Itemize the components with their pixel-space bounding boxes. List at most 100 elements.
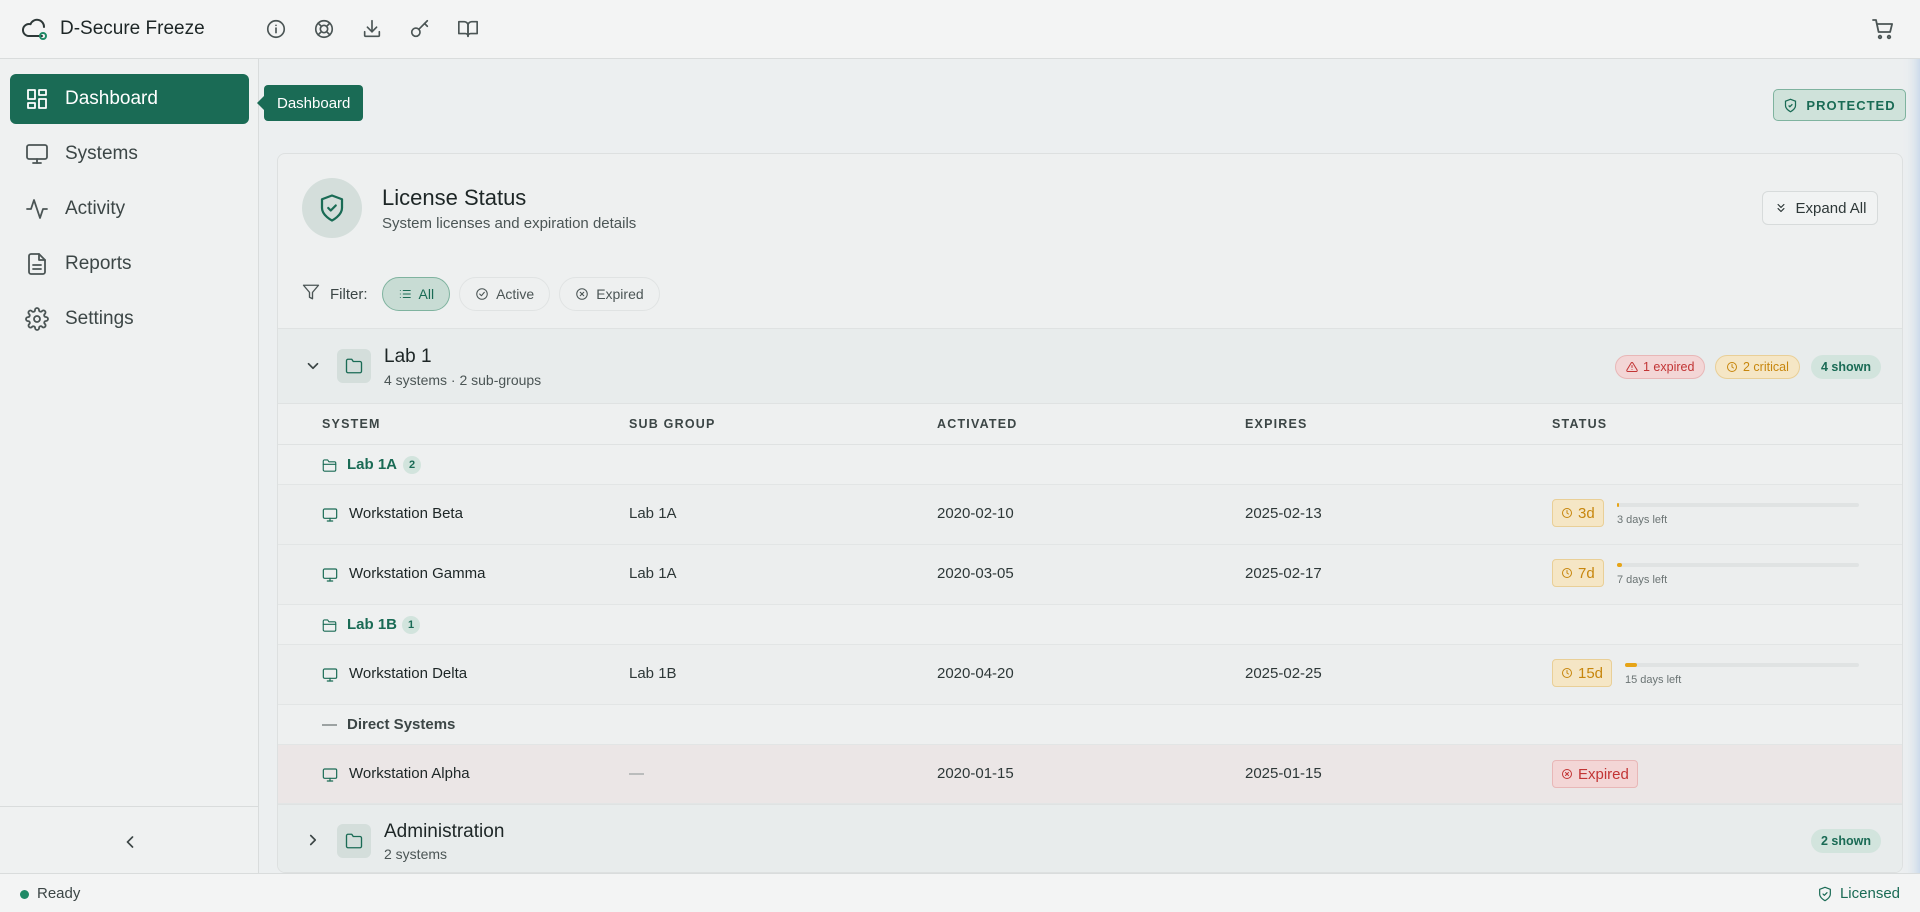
system-name: Workstation Alpha bbox=[349, 765, 470, 782]
folder-icon bbox=[337, 824, 371, 858]
shown-count-badge: 2 shown bbox=[1811, 829, 1882, 853]
sidebar-item-systems[interactable]: Systems bbox=[10, 129, 249, 179]
chevron-left-icon bbox=[126, 836, 134, 848]
licensed-status[interactable]: Licensed bbox=[1817, 885, 1900, 902]
chevron-right-icon[interactable] bbox=[302, 829, 324, 851]
subgroup-name: Direct Systems bbox=[347, 716, 456, 733]
table-row[interactable]: Workstation Alpha — 2020-01-15 2025-01-1… bbox=[278, 745, 1902, 804]
dashboard-icon bbox=[27, 89, 47, 109]
sub-group: Lab 1A bbox=[629, 505, 677, 522]
subgroup-row-lab-1b[interactable]: Lab 1B 1 bbox=[278, 605, 1902, 645]
sub-group: Lab 1B bbox=[629, 665, 677, 682]
file-icon bbox=[28, 253, 46, 275]
filter-icon bbox=[302, 283, 320, 306]
system-name: Workstation Gamma bbox=[349, 565, 486, 582]
group-row-administration[interactable]: Administration 2 systems 2 shown bbox=[278, 804, 1902, 872]
app-title: D-Secure Freeze bbox=[60, 18, 205, 39]
brand[interactable]: D-Secure Freeze bbox=[20, 14, 240, 44]
filter-label: Filter: bbox=[330, 285, 368, 303]
column-header-expires[interactable]: EXPIRES bbox=[1245, 417, 1308, 431]
expired-count-badge: 1 expired bbox=[1615, 355, 1706, 379]
sidebar-item-reports[interactable]: Reports bbox=[10, 239, 249, 289]
app-window: D-Secure Freeze Dashboard Systems Activi… bbox=[0, 0, 1920, 912]
sub-group: — bbox=[629, 765, 644, 782]
subgroup-name: Lab 1B bbox=[347, 616, 398, 633]
filter-chip-all[interactable]: All bbox=[381, 277, 451, 311]
group-name: Administration bbox=[384, 821, 505, 842]
critical-count-badge: 2 critical bbox=[1715, 355, 1800, 379]
license-status-card: License Status System licenses and expir… bbox=[277, 153, 1903, 873]
expires-date: 2025-01-15 bbox=[1245, 765, 1322, 782]
group-row-lab-1[interactable]: Lab 1 4 systems · 2 sub-groups 1 expired… bbox=[278, 328, 1902, 403]
subgroup-row-direct-systems: — Direct Systems bbox=[278, 705, 1902, 745]
sidebar-item-settings[interactable]: Settings bbox=[10, 294, 249, 344]
filter-chip-active[interactable]: Active bbox=[459, 277, 551, 311]
cloud-logo-icon bbox=[20, 14, 50, 44]
sidebar-item-activity[interactable]: Activity bbox=[10, 184, 249, 234]
table-header: SYSTEM SUB GROUP ACTIVATED EXPIRES STATU… bbox=[278, 403, 1902, 445]
chevrons-down-icon bbox=[1777, 203, 1785, 213]
filter-bar: Filter: All Active Expired bbox=[302, 277, 669, 311]
info-icon[interactable] bbox=[252, 5, 300, 53]
activated-date: 2020-01-15 bbox=[937, 765, 1014, 782]
cart-icon[interactable] bbox=[1868, 14, 1898, 44]
list-icon bbox=[399, 289, 411, 299]
group-meta: 2 systems bbox=[384, 846, 448, 862]
column-header-sub-group[interactable]: SUB GROUP bbox=[629, 417, 716, 431]
column-header-system[interactable]: SYSTEM bbox=[322, 417, 381, 431]
key-icon[interactable] bbox=[396, 5, 444, 53]
system-name: Workstation Beta bbox=[349, 505, 463, 522]
sub-group: Lab 1A bbox=[629, 565, 677, 582]
check-circle-icon bbox=[476, 288, 488, 300]
book-icon[interactable] bbox=[444, 5, 492, 53]
subgroup-count-badge: 1 bbox=[402, 616, 420, 634]
clock-icon bbox=[1727, 362, 1737, 372]
expand-all-button[interactable]: Expand All bbox=[1762, 191, 1878, 225]
protected-badge: PROTECTED bbox=[1773, 89, 1906, 121]
column-header-status[interactable]: STATUS bbox=[1552, 417, 1607, 431]
expiry-progress-fill bbox=[1625, 663, 1637, 667]
sidebar: Dashboard Systems Activity Reports Setti… bbox=[0, 59, 259, 873]
expiry-progress-bar bbox=[1617, 563, 1859, 567]
expiry-progress-bar bbox=[1625, 663, 1859, 667]
expired-status-badge: Expired bbox=[1552, 760, 1638, 788]
expires-date: 2025-02-13 bbox=[1245, 505, 1322, 522]
activated-date: 2020-02-10 bbox=[937, 505, 1014, 522]
days-left-label: 7 days left bbox=[1617, 574, 1668, 586]
activated-date: 2020-03-05 bbox=[937, 565, 1014, 582]
sidebar-item-dashboard[interactable]: Dashboard bbox=[10, 74, 249, 124]
table-row[interactable]: Workstation Beta Lab 1A 2020-02-10 2025-… bbox=[278, 485, 1902, 545]
chevron-down-icon[interactable] bbox=[302, 355, 324, 377]
collapse-sidebar-button[interactable] bbox=[115, 827, 145, 857]
table-row[interactable]: Workstation Gamma Lab 1A 2020-03-05 2025… bbox=[278, 545, 1902, 605]
expiry-progress-fill bbox=[1617, 503, 1620, 507]
subgroup-name: Lab 1A bbox=[347, 456, 398, 473]
ready-status-dot bbox=[20, 890, 29, 899]
expiry-progress-fill bbox=[1617, 563, 1622, 567]
filter-chip-expired[interactable]: Expired bbox=[559, 277, 660, 311]
expiry-progress-bar bbox=[1617, 503, 1859, 507]
table-row[interactable]: Workstation Delta Lab 1B 2020-04-20 2025… bbox=[278, 645, 1902, 705]
system-name: Workstation Delta bbox=[349, 665, 468, 682]
group-name: Lab 1 bbox=[384, 346, 432, 367]
activated-date: 2020-04-20 bbox=[937, 665, 1014, 682]
alert-triangle-icon bbox=[1626, 361, 1638, 372]
days-left-badge: 15d bbox=[1552, 659, 1613, 687]
sidebar-divider bbox=[0, 806, 259, 807]
group-meta: 4 systems · 2 sub-groups bbox=[384, 372, 542, 388]
card-title: License Status bbox=[382, 185, 527, 210]
monitor-icon bbox=[322, 667, 338, 683]
days-left-badge: 3d bbox=[1552, 499, 1604, 527]
gear-icon bbox=[25, 307, 49, 331]
x-circle-icon bbox=[576, 288, 588, 300]
download-icon[interactable] bbox=[348, 5, 396, 53]
expires-date: 2025-02-25 bbox=[1245, 665, 1322, 682]
column-header-activated[interactable]: ACTIVATED bbox=[937, 417, 1017, 431]
sidebar-item-label: Settings bbox=[65, 308, 134, 329]
monitor-icon bbox=[322, 767, 338, 783]
folder-open-icon bbox=[322, 458, 337, 473]
lifebuoy-icon[interactable] bbox=[300, 5, 348, 53]
subgroup-row-lab-1a[interactable]: Lab 1A 2 bbox=[278, 445, 1902, 485]
clock-icon bbox=[1562, 668, 1572, 678]
days-left-badge: 7d bbox=[1552, 559, 1604, 587]
